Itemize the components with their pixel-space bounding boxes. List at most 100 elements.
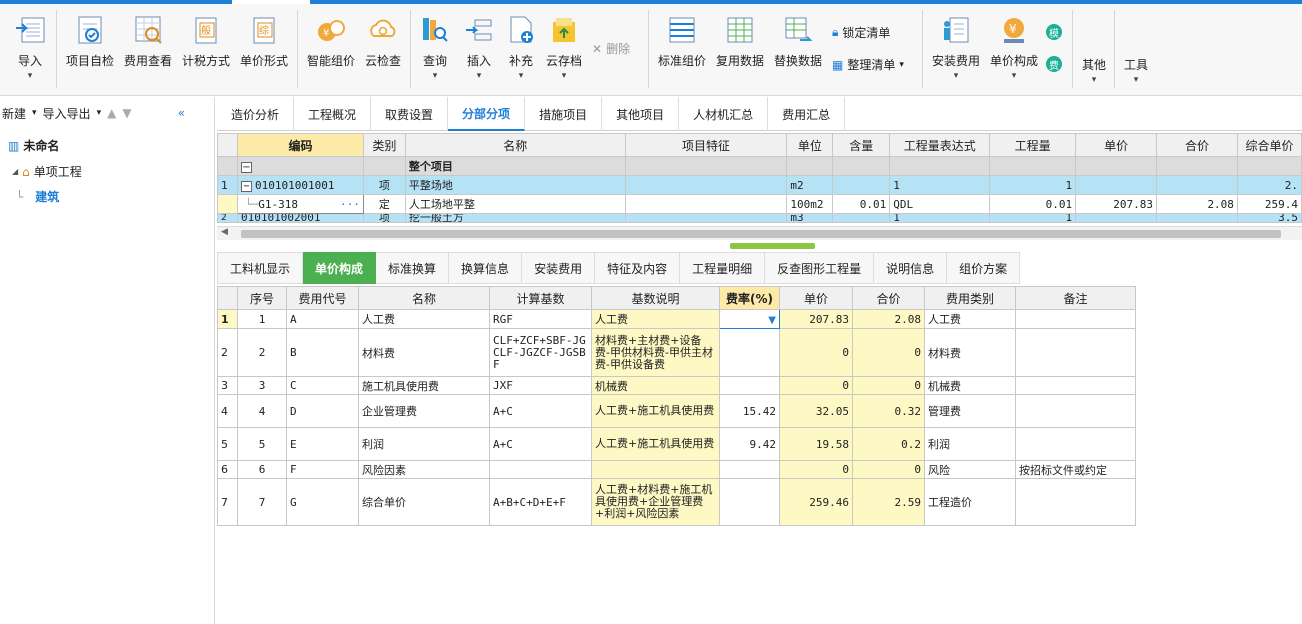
tab-labor-machine[interactable]: 工料机显示 — [217, 252, 304, 284]
tree-project[interactable]: ▥ 未命名 — [8, 137, 59, 154]
supplement-button[interactable]: 补充 ▾ — [502, 4, 540, 96]
price-form-button[interactable]: 综 单价形式 — [238, 4, 290, 96]
coin-cloud-icon: ¥ — [313, 12, 349, 48]
tree-unit-project[interactable]: ◢ ⌂ 单项工程 — [12, 163, 82, 180]
organize-list-button[interactable]: ▦ 整理清单 ▾ — [832, 56, 904, 73]
fee-view-icon — [130, 12, 166, 48]
table-row[interactable]: 4 4 D 企业管理费 A+C 人工费+施工机具使用费 15.42 32.05 … — [217, 394, 1136, 428]
table-row[interactable]: 1 1 A 人工费 RGF 人工费 ▼ 207.83 2.08 人工费 — [217, 309, 1136, 329]
delete-button[interactable]: ✕ 删除 — [592, 40, 630, 57]
table-row[interactable]: − 整个项目 — [217, 156, 1302, 176]
replace-data-button[interactable]: 替换数据 — [772, 4, 824, 96]
tab-std-conversion[interactable]: 标准换算 — [376, 252, 450, 284]
detail-tabs: 工料机显示 单价构成 标准换算 换算信息 安装费用 特征及内容 工程量明细 反查… — [217, 252, 1302, 284]
tab-conversion-info[interactable]: 换算信息 — [449, 252, 523, 284]
new-button[interactable]: 新建 — [2, 105, 26, 122]
ribbon-toolbar: 导入 ▾ 项目自检 费用查看 般 计税方式 综 单价形式 ¥ 智能组价 云检查 查… — [0, 4, 1302, 96]
organize-icon: ▦ — [832, 57, 844, 72]
scrollbar-thumb[interactable] — [241, 230, 1281, 238]
svg-text:般: 般 — [201, 24, 211, 37]
cloud-save-button[interactable]: 云存档 ▾ — [542, 4, 586, 96]
tab-other-items[interactable]: 其他项目 — [602, 97, 680, 131]
tab-install-fee[interactable]: 安装费用 — [522, 252, 596, 284]
expand-arrow-icon: ◢ — [12, 167, 19, 176]
table-row[interactable]: 1 −010101001001 项 平整场地 m2 1 1 2. — [217, 175, 1302, 195]
cloud-check-button[interactable]: 云检查 — [362, 4, 404, 96]
more-dots-icon[interactable]: ··· — [340, 198, 360, 211]
tab-features[interactable]: 特征及内容 — [595, 252, 681, 284]
building-icon: ▥ — [8, 138, 20, 153]
tab-fee-summary[interactable]: 费用汇总 — [768, 97, 846, 131]
price-compose-button[interactable]: ¥ 单价构成 ▾ — [988, 4, 1040, 96]
move-down-icon[interactable]: ▼ — [122, 106, 131, 120]
table-row[interactable]: └─G1-318 ··· 定 人工场地平整 100m2 0.01 QDL 0.01… — [217, 194, 1302, 214]
chevron-down-icon: ▾ — [899, 59, 904, 70]
other-menu[interactable]: 其他 ▾ — [1078, 4, 1110, 96]
tax-mode-button[interactable]: 般 计税方式 — [180, 4, 232, 96]
import-icon — [12, 12, 48, 48]
table-header: 序号 费用代号 名称 计算基数 基数说明 费率(%) 单价 合价 费用类别 备注 — [217, 286, 1136, 310]
cloud-save-icon — [546, 12, 582, 48]
tab-graphic-qty[interactable]: 反查图形工程量 — [765, 252, 875, 284]
query-button[interactable]: 查询 ▾ — [416, 4, 454, 96]
add-doc-icon — [503, 12, 539, 48]
lock-icon: 🔒︎ — [832, 25, 839, 39]
std-price-button[interactable]: 标准组价 — [656, 4, 708, 96]
rate-select[interactable]: ▼ — [719, 309, 780, 329]
panel-splitter[interactable] — [730, 243, 815, 249]
price-compose-table: 序号 费用代号 名称 计算基数 基数说明 费率(%) 单价 合价 费用类别 备注… — [217, 286, 1136, 526]
reuse-data-button[interactable]: 复用数据 — [714, 4, 766, 96]
collapse-panel-icon[interactable]: « — [178, 106, 185, 120]
self-check-button[interactable]: 项目自检 — [64, 4, 116, 96]
tree-building[interactable]: └ 建筑 — [16, 188, 59, 205]
table-row[interactable]: 5 5 E 利润 A+C 人工费+施工机具使用费 9.42 19.58 0.2 … — [217, 427, 1136, 461]
insert-button[interactable]: 插入 ▾ — [460, 4, 498, 96]
collapse-box-icon[interactable]: − — [240, 180, 252, 192]
horizontal-scrollbar[interactable]: ◀ — [217, 226, 1302, 240]
tab-qty-detail[interactable]: 工程量明细 — [680, 252, 766, 284]
svg-text:¥: ¥ — [1009, 22, 1017, 36]
tree-line-icon: └ — [16, 189, 24, 204]
delete-x-icon: ✕ — [592, 41, 603, 56]
checklist-icon — [72, 12, 108, 48]
reuse-data-icon — [722, 12, 758, 48]
template-badge[interactable]: 模 — [1046, 24, 1062, 40]
tab-notes[interactable]: 说明信息 — [874, 252, 948, 284]
lock-list-button[interactable]: 🔒︎ 锁定清单 — [832, 24, 890, 41]
svg-text:¥: ¥ — [323, 28, 329, 39]
tab-price-plan[interactable]: 组价方案 — [947, 252, 1021, 284]
tab-sub-items[interactable]: 分部分项 — [448, 97, 526, 131]
tools-menu[interactable]: 工具 ▾ — [1120, 4, 1152, 96]
tab-labor-material[interactable]: 人材机汇总 — [679, 97, 769, 131]
import-button[interactable]: 导入 ▾ — [10, 4, 50, 96]
tab-fee-settings[interactable]: 取费设置 — [371, 97, 449, 131]
books-search-icon — [417, 12, 453, 48]
home-icon: ⌂ — [22, 164, 30, 179]
table-row[interactable]: 6 6 F 风险因素 0 0 风险 按招标文件或约定 — [217, 460, 1136, 479]
table-row[interactable]: 2 010101002001 项 挖一般土方 m3 1 1 3.5 — [217, 213, 1302, 223]
move-up-icon[interactable]: ▲ — [107, 106, 116, 120]
table-row[interactable]: 7 7 G 综合单价 A+B+C+D+E+F 人工费+材料费+施工机具使用费+企… — [217, 478, 1136, 526]
table-row[interactable]: 3 3 C 施工机具使用费 JXF 机械费 0 0 机械费 — [217, 376, 1136, 395]
svg-text:综: 综 — [259, 24, 269, 37]
collapse-box-icon[interactable]: − — [240, 161, 252, 173]
tab-cost-analysis[interactable]: 造价分析 — [217, 97, 295, 131]
cloud-search-icon — [365, 12, 401, 48]
fee-badge[interactable]: 费 — [1046, 56, 1062, 72]
tree-toolbar: 新建 ▾ 导入导出 ▾ ▲ ▼ « — [0, 97, 214, 129]
tab-price-compose[interactable]: 单价构成 — [303, 252, 377, 284]
import-export-button[interactable]: 导入导出 — [43, 105, 91, 122]
fee-view-button[interactable]: 费用查看 — [122, 4, 174, 96]
tax-mode-icon: 般 — [188, 12, 224, 48]
replace-data-icon — [780, 12, 816, 48]
install-fee-button[interactable]: 安装费用 ▾ — [930, 4, 982, 96]
chevron-down-icon[interactable]: ▼ — [768, 315, 776, 326]
tab-measures[interactable]: 措施项目 — [525, 97, 603, 131]
chevron-down-icon: ▾ — [96, 108, 102, 118]
tab-overview[interactable]: 工程概况 — [294, 97, 372, 131]
scroll-left-icon[interactable]: ◀ — [221, 227, 228, 237]
price-compose-icon: ¥ — [996, 12, 1032, 48]
table-row[interactable]: 2 2 B 材料费 CLF+ZCF+SBF-JGCLF-JGZCF-JGSBF … — [217, 328, 1136, 377]
table-header: 编码 类别 名称 项目特征 单位 含量 工程量表达式 工程量 单价 合价 综合单… — [217, 133, 1302, 157]
smart-price-button[interactable]: ¥ 智能组价 — [305, 4, 357, 96]
